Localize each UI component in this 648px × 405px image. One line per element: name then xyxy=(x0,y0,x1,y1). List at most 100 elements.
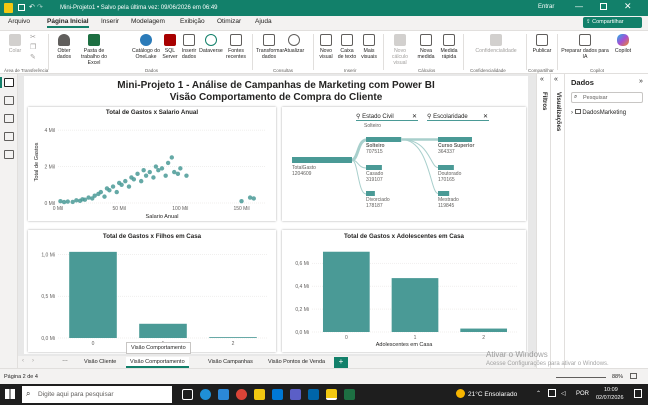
collapse-icon[interactable]: « xyxy=(554,76,558,83)
teams-icon[interactable] xyxy=(290,389,301,400)
add-page-button[interactable]: + xyxy=(334,357,348,368)
model-view-icon[interactable] xyxy=(4,114,14,123)
table-dadosmarketing[interactable]: › DadosMarketing xyxy=(571,109,626,116)
vscode-icon[interactable] xyxy=(308,389,319,400)
filters-pane[interactable]: « Filtros xyxy=(536,74,550,368)
onelake-button[interactable]: Catálogo do OneLake xyxy=(132,34,160,60)
mail-icon[interactable] xyxy=(272,389,283,400)
tab-exibicao[interactable]: Exibição xyxy=(180,18,205,25)
publish-icon xyxy=(536,34,548,46)
tab-visao-campanhas[interactable]: Visão Campanhas xyxy=(204,357,257,368)
weather-icon xyxy=(456,389,465,398)
excel-button[interactable]: Pasta de trabalho do Excel xyxy=(76,34,112,66)
excel-taskbar-icon[interactable] xyxy=(344,389,355,400)
dataverse-button[interactable]: Dataverse xyxy=(198,34,224,54)
text-box-button[interactable]: Caixa de texto xyxy=(337,34,357,60)
prepare-ai-label: Preparar dados para IA xyxy=(561,48,609,60)
quick-measure-button[interactable]: Medida rápida xyxy=(438,34,460,60)
new-visual-calc-button[interactable]: Novo cálculo visual xyxy=(386,34,414,66)
publish-button[interactable]: Publicar xyxy=(530,34,554,54)
more-visuals-button[interactable]: Mais visuais xyxy=(359,34,379,60)
task-view-icon[interactable] xyxy=(182,389,193,400)
taskbar-search-input[interactable]: ⌕ Digite aqui para pesquisar xyxy=(22,386,172,403)
close-button[interactable]: ✕ xyxy=(624,1,632,12)
refresh-button[interactable]: Atualizar xyxy=(284,34,304,54)
enter-data-button[interactable]: Inserir dados xyxy=(180,34,198,60)
tab-pagina-inicial[interactable]: Página Inicial xyxy=(47,18,89,28)
sql-button[interactable]: SQL Server xyxy=(162,34,178,60)
scatter-point xyxy=(82,197,88,202)
clock-date[interactable]: 02/07/2026 xyxy=(596,395,624,401)
more-visuals-icon xyxy=(363,34,375,46)
input-language[interactable]: POR xyxy=(576,391,589,397)
tab-modelagem[interactable]: Modelagem xyxy=(131,18,165,25)
tab-inserir[interactable]: Inserir xyxy=(101,18,119,25)
copy-icon[interactable]: ❐ xyxy=(30,44,36,51)
volume-icon[interactable]: ◁ xyxy=(561,390,566,397)
transform-button[interactable]: Transformar dados xyxy=(256,34,284,60)
expand-icon[interactable]: » xyxy=(639,78,643,85)
prepare-ai-button[interactable]: Preparar dados para IA xyxy=(560,34,610,60)
dax-view-icon[interactable] xyxy=(4,132,14,141)
cut-icon[interactable]: ✂ xyxy=(30,34,36,41)
clipboard-group-label: Área de Transferência xyxy=(4,68,49,73)
tab-visao-comportamento[interactable]: Visão Comportamento xyxy=(126,357,189,368)
fit-page-icon[interactable] xyxy=(630,373,637,379)
measure-icon xyxy=(420,34,432,46)
format-painter-icon[interactable]: ✎ xyxy=(30,54,36,61)
prev-page-icon[interactable]: ‹ xyxy=(22,358,24,364)
tab-visao-cliente[interactable]: Visão Cliente xyxy=(80,357,120,368)
decomposition-tree-card[interactable]: ⚲ Estado Civil ✕ Solteiro ⚲ Escolaridade ✕… xyxy=(282,107,526,221)
recent-sources-button[interactable]: Fontes recentes xyxy=(224,34,248,60)
tab-visao-pontos-de-venda[interactable]: Visão Pontos de Venda xyxy=(264,357,329,368)
redo-icon[interactable]: ↷ xyxy=(37,3,43,11)
report-view-icon[interactable] xyxy=(4,78,14,87)
chrome-icon[interactable] xyxy=(236,389,247,400)
minimize-button[interactable]: — xyxy=(575,2,583,11)
new-visual-button[interactable]: Novo visual xyxy=(317,34,335,60)
store-icon[interactable] xyxy=(218,389,229,400)
scatter-chart-card[interactable]: Total de Gastos x Salario Anual 0 Mil 2 M… xyxy=(28,107,276,221)
scatter-point xyxy=(175,171,181,177)
bar-chart-filhos-card[interactable]: Total de Gastos x Filhos em Casa 0,0 Mi 0… xyxy=(28,230,276,352)
visualizations-pane[interactable]: « Visualizações xyxy=(550,74,564,368)
get-data-button[interactable]: Obter dados xyxy=(54,34,74,60)
save-icon[interactable] xyxy=(18,4,25,11)
x-tick-label: 1 xyxy=(414,335,417,341)
refresh-icon xyxy=(288,34,300,46)
clock-time[interactable]: 10:09 xyxy=(604,387,618,393)
report-subtitle: Visão Comportamento de Compra do Cliente xyxy=(169,92,383,103)
weather-text[interactable]: 21°C Ensolarado xyxy=(468,391,517,398)
table-view-icon[interactable] xyxy=(4,96,14,105)
explorer-icon[interactable] xyxy=(254,389,265,400)
sign-in-link[interactable]: Entrar xyxy=(538,4,554,10)
more-visuals-label: Mais visuais xyxy=(361,48,377,60)
paste-button[interactable]: Colar xyxy=(6,34,24,54)
undo-icon[interactable]: ↶ xyxy=(29,3,35,11)
tab-ajuda[interactable]: Ajuda xyxy=(255,18,272,25)
network-icon[interactable] xyxy=(548,389,556,397)
window-title: Mini-Projeto1 • Salvo pela última vez: 0… xyxy=(60,5,218,11)
next-page-icon[interactable]: › xyxy=(32,358,34,364)
tray-chevron-icon[interactable]: ⌃ xyxy=(536,390,541,397)
windows-start-icon[interactable] xyxy=(5,389,15,399)
new-visual-label: Novo visual xyxy=(319,48,333,60)
tab-arquivo[interactable]: Arquivo xyxy=(8,18,30,25)
tab-otimizar[interactable]: Otimizar xyxy=(217,18,241,25)
collapse-icon[interactable]: « xyxy=(540,76,544,83)
tmdl-view-icon[interactable] xyxy=(4,150,14,159)
scatter-point xyxy=(107,188,112,193)
more-pages-icon[interactable]: … xyxy=(62,357,68,363)
bar-chart-adolescentes-card[interactable]: Total de Gastos x Adolescentes em Casa 0… xyxy=(282,230,526,352)
copilot-button[interactable]: Copilot xyxy=(612,34,634,54)
new-measure-button[interactable]: Nova medida xyxy=(416,34,436,60)
share-button[interactable]: ⇪ Compartilhar xyxy=(583,17,642,28)
sensitivity-button[interactable]: Confidencialidade xyxy=(470,34,522,54)
notifications-icon[interactable] xyxy=(634,389,642,398)
search-input[interactable]: ⌕ Pesquisar xyxy=(571,92,643,103)
powerbi-taskbar-icon[interactable] xyxy=(326,389,337,400)
zoom-slider[interactable] xyxy=(556,377,606,378)
edge-icon[interactable] xyxy=(200,389,211,400)
table-label: DadosMarketing xyxy=(582,110,627,116)
maximize-button[interactable] xyxy=(600,3,607,10)
